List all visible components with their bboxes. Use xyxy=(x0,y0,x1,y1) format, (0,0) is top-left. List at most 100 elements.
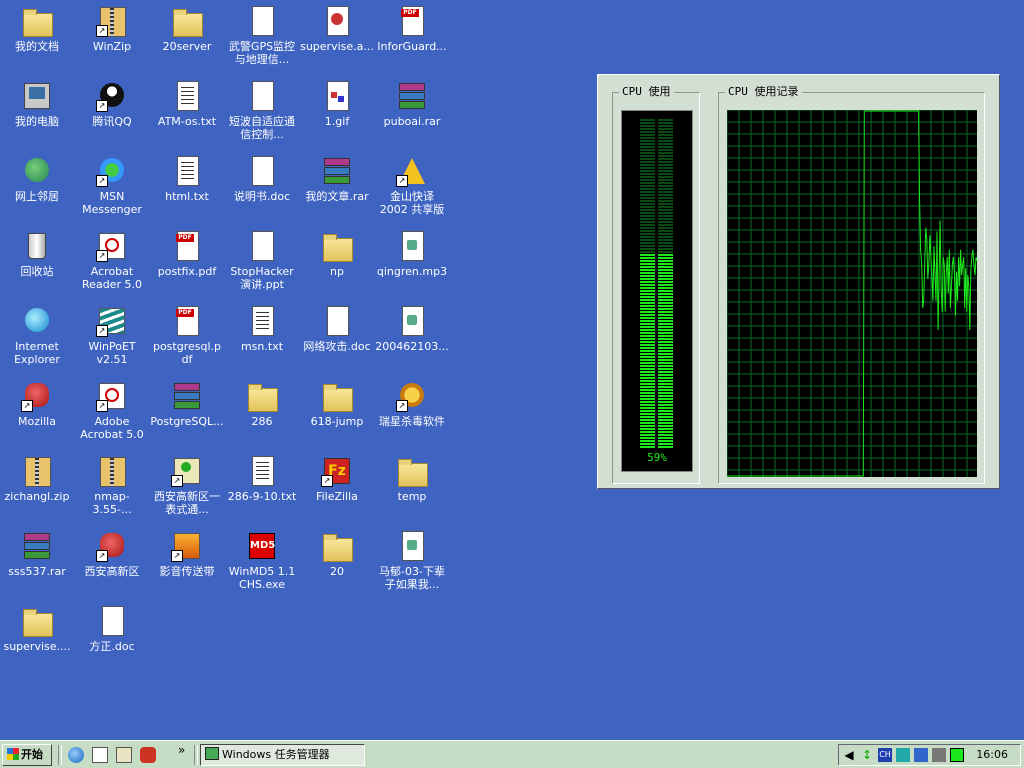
desktop-icon[interactable]: ↗ 西安高新区 xyxy=(75,528,149,600)
desktop-icon[interactable]: 我的文章.rar xyxy=(300,153,374,225)
desktop-icon[interactable]: 20server xyxy=(150,3,224,75)
desktop-icon[interactable]: 我的文档 xyxy=(0,3,74,75)
keyboard-icon[interactable] xyxy=(914,748,928,762)
cpu-meter-segment-on xyxy=(658,326,673,328)
desktop-icon[interactable]: 200462103... xyxy=(375,303,449,375)
language-indicator[interactable]: CH xyxy=(878,748,892,762)
desktop-icon[interactable]: zichangl.zip xyxy=(0,453,74,525)
desktop-icon[interactable]: ↗ 瑞星杀毒软件 xyxy=(375,378,449,450)
desktop-icon[interactable]: 我的电脑 xyxy=(0,78,74,150)
cpu-meter-segment-off xyxy=(640,203,655,205)
desktop-icon[interactable]: 618-jump xyxy=(300,378,374,450)
desktop-icon[interactable]: ↗ Mozilla xyxy=(0,378,74,450)
desktop-icon[interactable]: 网络攻击.doc xyxy=(300,303,374,375)
cpu-meter-segment-on xyxy=(658,374,673,376)
desktop-icon[interactable]: ↗ 金山快译 2002 共享版 xyxy=(375,153,449,225)
desktop-icon-label: np xyxy=(330,265,344,278)
desktop-icon[interactable]: msn.txt xyxy=(225,303,299,375)
desktop-icon[interactable]: PDF postfix.pdf xyxy=(150,228,224,300)
cpu-meter-segment-on xyxy=(658,389,673,391)
task-button-task-manager[interactable]: Windows 任务管理器 xyxy=(200,744,365,766)
desktop-icon[interactable]: 286 xyxy=(225,378,299,450)
display-icon[interactable] xyxy=(932,748,946,762)
powerpoint-icon xyxy=(246,5,278,37)
desktop-icon[interactable]: StopHacker演讲.ppt xyxy=(225,228,299,300)
network-connection-icon[interactable] xyxy=(896,748,910,762)
shortcut-arrow-icon: ↗ xyxy=(96,100,108,112)
desktop-icon[interactable]: ↗ 西安高新区一表式通... xyxy=(150,453,224,525)
desktop-icon[interactable]: 网上邻居 xyxy=(0,153,74,225)
clock[interactable]: 16:06 xyxy=(976,745,1008,765)
desktop-icon[interactable]: 286-9-10.txt xyxy=(225,453,299,525)
start-button[interactable]: 开始 xyxy=(2,744,52,766)
desktop-icon[interactable]: ↗ 影音传送带 xyxy=(150,528,224,600)
cpu-meter-segment-on xyxy=(640,422,655,424)
desktop-icon[interactable]: supervise.a... xyxy=(300,3,374,75)
cpu-meter-segment-off xyxy=(658,155,673,157)
cpu-tray-icon[interactable] xyxy=(950,748,964,762)
desktop-icon[interactable]: np xyxy=(300,228,374,300)
desktop-icon[interactable]: ↗ MSN Messenger 6.2 xyxy=(75,153,149,225)
cpu-meter-segment-off xyxy=(658,227,673,229)
cpu-meter-segment-on xyxy=(640,335,655,337)
desktop-icon[interactable]: ATM-os.txt xyxy=(150,78,224,150)
text-file-icon xyxy=(171,155,203,187)
desktop-icon[interactable]: Fz ↗ FileZilla xyxy=(300,453,374,525)
shortcut-arrow-icon: ↗ xyxy=(96,25,108,37)
desktop-icon[interactable]: 1.gif xyxy=(300,78,374,150)
shortcut-arrow-icon: ↗ xyxy=(96,250,108,262)
desktop-icon[interactable]: MD5 WinMD5 1.1 CHS.exe xyxy=(225,528,299,600)
cpu-history-graph xyxy=(727,110,977,477)
cpu-meter-segment-on xyxy=(640,419,655,421)
desktop-icon[interactable]: ↗ Acrobat Reader 5.0 xyxy=(75,228,149,300)
desktop-icon[interactable]: 短波自适应通信控制... xyxy=(225,78,299,150)
cpu-meter-segment-on xyxy=(658,287,673,289)
cpu-meter-segment-on xyxy=(658,362,673,364)
desktop-icon[interactable]: ↗ Adobe Acrobat 5.0 xyxy=(75,378,149,450)
cpu-meter-segment-off xyxy=(640,212,655,214)
cpu-meter-segment-off xyxy=(640,170,655,172)
desktop-icon[interactable]: supervise.... xyxy=(0,603,74,675)
desktop-icon[interactable]: PDF postgresql.pdf xyxy=(150,303,224,375)
quicklaunch-overflow[interactable]: » xyxy=(178,743,185,757)
desktop-icon[interactable]: ↗ 腾讯QQ xyxy=(75,78,149,150)
desktop-icon[interactable]: temp xyxy=(375,453,449,525)
desktop-icon-label: FileZilla xyxy=(316,490,358,503)
desktop-icon[interactable]: 武警GPS监控与地理信... xyxy=(225,3,299,75)
desktop-icon[interactable]: ↗ WinZip xyxy=(75,3,149,75)
desktop-icon[interactable]: qingren.mp3 xyxy=(375,228,449,300)
volume-icon[interactable]: ◀ xyxy=(842,748,856,762)
rar-archive-icon xyxy=(21,530,53,562)
desktop-icon[interactable]: PostgreSQL... xyxy=(150,378,224,450)
desktop-icon[interactable]: PDF InforGuard... xyxy=(375,3,449,75)
desktop-icon[interactable]: nmap-3.55-... xyxy=(75,453,149,525)
network-arrows-icon[interactable]: ↕ xyxy=(860,748,874,762)
desktop-icon[interactable]: 马郁-03-下辈子如果我... xyxy=(375,528,449,600)
desktop-icon[interactable]: 回收站 xyxy=(0,228,74,300)
shortcut-arrow-icon: ↗ xyxy=(96,175,108,187)
desktop-icon[interactable]: 方正.doc xyxy=(75,603,149,675)
desktop-icon[interactable]: puboai.rar xyxy=(375,78,449,150)
desktop-icon[interactable]: Internet Explorer xyxy=(0,303,74,375)
mozilla-quicklaunch-icon[interactable] xyxy=(140,747,156,763)
cpu-meter-segment-off xyxy=(658,197,673,199)
show-desktop-icon[interactable] xyxy=(92,747,108,763)
cpu-meter-segment-on xyxy=(640,404,655,406)
cpu-usage-meter: 59% xyxy=(621,110,693,472)
ie-quicklaunch-icon[interactable] xyxy=(68,747,84,763)
desktop-icon-label: puboai.rar xyxy=(383,115,441,128)
desktop-icon[interactable]: sss537.rar xyxy=(0,528,74,600)
desktop-icon[interactable]: html.txt xyxy=(150,153,224,225)
cpu-meter-segment-on xyxy=(658,365,673,367)
cpu-meter-segment-off xyxy=(658,164,673,166)
cpu-meter-segment-on xyxy=(640,311,655,313)
cpu-meter-segment-off xyxy=(658,203,673,205)
cpu-meter-segment-off xyxy=(640,134,655,136)
desktop-icon[interactable]: ↗ WinPoET v2.51 xyxy=(75,303,149,375)
desktop-icon[interactable]: 20 xyxy=(300,528,374,600)
outlook-quicklaunch-icon[interactable] xyxy=(116,747,132,763)
mozilla-icon: ↗ xyxy=(96,530,128,562)
cpu-meter-segment-on xyxy=(658,437,673,439)
desktop-icon[interactable]: 说明书.doc xyxy=(225,153,299,225)
desktop-icon-label: PostgreSQL... xyxy=(150,415,224,428)
